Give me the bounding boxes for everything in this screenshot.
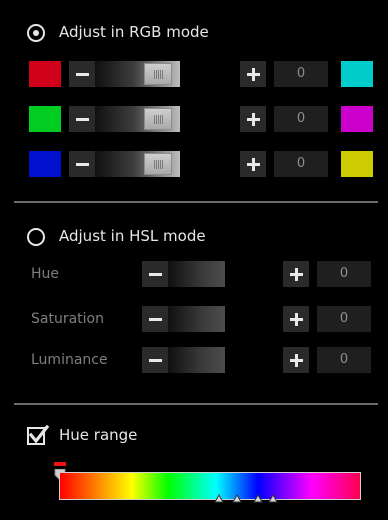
plus-icon — [289, 312, 303, 326]
rgb-mode-radio[interactable] — [27, 24, 45, 42]
red-slider[interactable] — [95, 61, 180, 87]
saturation-value-field[interactable]: 0 — [317, 306, 371, 332]
green-value-field[interactable]: 0 — [274, 106, 328, 132]
triangle-up-icon — [268, 493, 278, 503]
blue-increase-button[interactable] — [240, 151, 266, 177]
plus-icon — [246, 112, 260, 126]
saturation-slider[interactable] — [168, 306, 225, 332]
hue-range-marker[interactable] — [268, 488, 278, 503]
red-complement-swatch — [341, 61, 373, 87]
hue-range-marker[interactable] — [232, 488, 242, 503]
luminance-decrease-button[interactable] — [142, 347, 168, 373]
red-channel-swatch — [29, 61, 61, 87]
minus-icon — [75, 117, 89, 121]
blue-channel-swatch — [29, 151, 61, 177]
red-value-field[interactable]: 0 — [274, 61, 328, 87]
luminance-increase-button[interactable] — [283, 347, 309, 373]
hsl-mode-radio[interactable] — [27, 228, 45, 246]
saturation-increase-button[interactable] — [283, 306, 309, 332]
hue-value-field[interactable]: 0 — [317, 261, 371, 287]
minus-icon — [148, 358, 162, 362]
minus-icon — [148, 272, 162, 276]
radio-selected-dot — [33, 30, 39, 36]
hue-spectrum-bar[interactable] — [59, 472, 361, 500]
triangle-up-icon — [232, 493, 242, 503]
blue-decrease-button[interactable] — [69, 151, 95, 177]
green-channel-swatch — [29, 106, 61, 132]
hue-range-label: Hue range — [59, 426, 138, 444]
hsl-mode-label: Adjust in HSL mode — [59, 227, 206, 245]
grip-icon — [154, 160, 163, 169]
plus-icon — [246, 157, 260, 171]
red-increase-button[interactable] — [240, 61, 266, 87]
saturation-label: Saturation — [31, 311, 104, 327]
plus-icon — [246, 67, 260, 81]
hue-range-checkbox[interactable] — [27, 425, 50, 445]
green-increase-button[interactable] — [240, 106, 266, 132]
section-divider — [14, 201, 378, 203]
luminance-slider[interactable] — [168, 347, 225, 373]
hue-slider[interactable] — [168, 261, 225, 287]
hue-decrease-button[interactable] — [142, 261, 168, 287]
hue-range-marker[interactable] — [253, 488, 263, 503]
saturation-decrease-button[interactable] — [142, 306, 168, 332]
slider-thumb[interactable] — [144, 153, 172, 175]
grip-icon — [154, 70, 163, 79]
section-divider — [14, 403, 378, 405]
hue-increase-button[interactable] — [283, 261, 309, 287]
luminance-label: Luminance — [31, 352, 108, 368]
slider-thumb[interactable] — [144, 108, 172, 130]
minus-icon — [148, 317, 162, 321]
minus-icon — [75, 162, 89, 166]
green-decrease-button[interactable] — [69, 106, 95, 132]
blue-value-field[interactable]: 0 — [274, 151, 328, 177]
green-complement-swatch — [341, 106, 373, 132]
triangle-up-icon — [253, 493, 263, 503]
red-decrease-button[interactable] — [69, 61, 95, 87]
minus-icon — [75, 72, 89, 76]
blue-slider[interactable] — [95, 151, 180, 177]
rgb-mode-label: Adjust in RGB mode — [59, 23, 209, 41]
plus-icon — [289, 267, 303, 281]
plus-icon — [289, 353, 303, 367]
triangle-up-icon — [214, 493, 224, 503]
slider-thumb[interactable] — [144, 63, 172, 85]
hue-label: Hue — [31, 266, 60, 282]
green-slider[interactable] — [95, 106, 180, 132]
luminance-value-field[interactable]: 0 — [317, 347, 371, 373]
grip-icon — [154, 115, 163, 124]
checkmark-icon — [28, 425, 50, 444]
hue-range-marker[interactable] — [214, 488, 224, 503]
blue-complement-swatch — [341, 151, 373, 177]
